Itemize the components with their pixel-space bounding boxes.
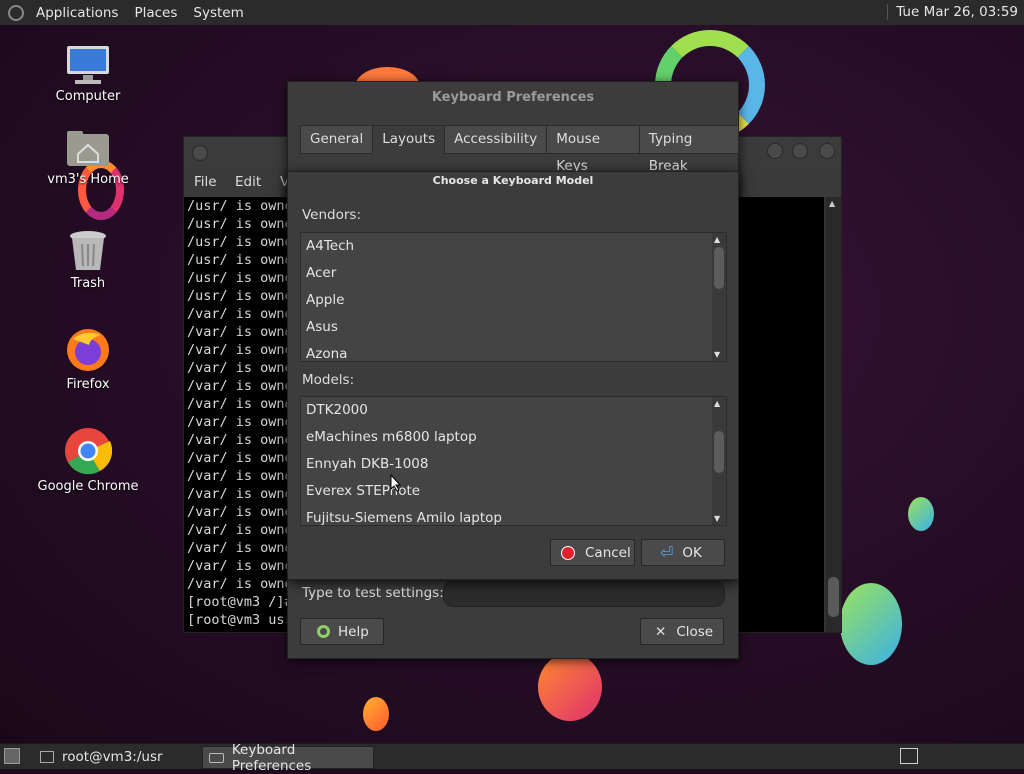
close-button[interactable] — [819, 143, 835, 159]
terminal-scrollbar-thumb[interactable] — [828, 577, 839, 617]
menu-file[interactable]: File — [194, 174, 217, 190]
close-dialog-button[interactable]: ✕ Close — [640, 618, 724, 645]
list-item[interactable]: Fujitsu-Siemens Amilo laptop — [301, 505, 726, 525]
tab-layouts[interactable]: Layouts — [372, 125, 446, 154]
tab-general[interactable]: General — [300, 125, 374, 154]
scroll-up-arrow-icon[interactable]: ▲ — [829, 199, 835, 208]
list-item[interactable]: Azona — [301, 341, 726, 361]
models-label: Models: — [302, 372, 355, 388]
help-icon — [317, 625, 330, 638]
list-item[interactable]: Asus — [301, 314, 726, 341]
taskbar-item-label: Keyboard Preferences — [231, 741, 312, 774]
scroll-up-arrow-icon[interactable]: ▲ — [714, 399, 720, 408]
cancel-button[interactable]: Cancel — [550, 539, 635, 566]
desktop-icon-firefox[interactable]: Firefox — [33, 327, 143, 392]
vendors-scrollbar[interactable]: ▲ ▼ — [712, 233, 726, 361]
list-item[interactable]: DTK2000 — [301, 397, 726, 424]
test-settings-input[interactable] — [443, 581, 725, 607]
vendors-scrollbar-thumb[interactable] — [714, 247, 724, 289]
scroll-down-arrow-icon[interactable]: ▼ — [714, 514, 720, 523]
taskbar-item-terminal[interactable]: root@vm3:/usr — [34, 746, 206, 767]
minimize-button[interactable] — [767, 143, 783, 159]
top-panel: Applications Places System Tue Mar 26, 0… — [0, 0, 1024, 26]
taskbar-item-keyboard-preferences[interactable]: Keyboard Preferences — [202, 742, 374, 774]
list-item[interactable]: eMachines m6800 laptop — [301, 424, 726, 451]
terminal-icon — [40, 750, 54, 763]
bottom-taskbar: root@vm3:/usr Keyboard Preferences — [0, 742, 1024, 774]
help-button[interactable]: Help — [300, 618, 384, 645]
terminal-scrollbar[interactable]: ▲ — [826, 197, 841, 632]
desktop-icon-home[interactable]: vm3's Home — [33, 130, 143, 187]
window-menu-button[interactable] — [192, 145, 208, 161]
dialog-title: Keyboard Preferences — [431, 90, 595, 105]
decorative-blob — [538, 653, 602, 721]
menu-places[interactable]: Places — [126, 5, 185, 21]
vendors-list[interactable]: A4Tech Acer Apple Asus Azona ▲ ▼ — [300, 232, 727, 362]
decorative-blob — [840, 583, 902, 665]
home-folder-icon — [66, 130, 110, 168]
desktop-icon-trash[interactable]: Trash — [33, 230, 143, 291]
taskbar-item-label: root@vm3:/usr — [62, 748, 163, 765]
help-button-label: Help — [338, 623, 369, 640]
tab-typing-break[interactable]: Typing Break — [638, 125, 739, 174]
close-button-label: Close — [676, 623, 714, 640]
desktop-icon-computer[interactable]: Computer — [33, 45, 143, 104]
distro-logo-icon[interactable] — [8, 4, 24, 21]
test-settings-label: Type to test settings: — [302, 585, 444, 601]
ok-button[interactable]: ⏎ OK — [641, 539, 725, 566]
list-item[interactable]: Apple — [301, 287, 726, 314]
desktop-icon-label: Trash — [70, 276, 106, 291]
models-list[interactable]: DTK2000 eMachines m6800 laptop Ennyah DK… — [300, 396, 727, 526]
list-item[interactable]: Ennyah DKB-1008 — [301, 451, 726, 478]
computer-icon — [65, 45, 111, 85]
maximize-button[interactable] — [792, 143, 808, 159]
dialog-title: Choose a Keyboard Model — [432, 174, 594, 187]
decorative-blob — [908, 497, 934, 531]
prefs-tabs: General Layouts Accessibility Mouse Keys… — [300, 125, 739, 174]
workspace-switcher-icon[interactable] — [900, 748, 918, 764]
tab-accessibility[interactable]: Accessibility — [444, 125, 548, 154]
chrome-icon — [64, 427, 113, 475]
close-icon: ✕ — [655, 623, 667, 640]
desktop-icon-label: Google Chrome — [37, 479, 139, 494]
cancel-button-label: Cancel — [585, 544, 631, 561]
choose-keyboard-model-dialog: Choose a Keyboard Model Vendors: A4Tech … — [287, 171, 739, 580]
models-scrollbar-thumb[interactable] — [714, 431, 724, 473]
menu-system[interactable]: System — [185, 5, 251, 21]
scroll-down-arrow-icon[interactable]: ▼ — [714, 350, 720, 359]
desktop-icon-chrome[interactable]: Google Chrome — [33, 427, 143, 494]
list-item[interactable]: A4Tech — [301, 233, 726, 260]
list-item[interactable]: Everex STEPnote — [301, 478, 726, 505]
scroll-up-arrow-icon[interactable]: ▲ — [714, 235, 720, 244]
mouse-cursor-icon — [390, 474, 402, 492]
trash-icon — [68, 230, 108, 272]
models-scrollbar[interactable]: ▲ ▼ — [712, 397, 726, 525]
enter-arrow-icon: ⏎ — [660, 543, 674, 562]
desktop-icon-label: Firefox — [66, 377, 110, 392]
list-item[interactable]: Acer — [301, 260, 726, 287]
menu-edit[interactable]: Edit — [235, 174, 261, 190]
desktop-icon-label: vm3's Home — [47, 172, 129, 187]
keyboard-icon — [209, 752, 224, 763]
decorative-blob — [363, 697, 389, 731]
tab-mouse-keys[interactable]: Mouse Keys — [546, 125, 640, 174]
firefox-icon — [65, 327, 111, 373]
menu-applications[interactable]: Applications — [28, 5, 126, 21]
cancel-icon — [561, 545, 575, 560]
vendors-label: Vendors: — [302, 207, 362, 223]
show-desktop-icon[interactable] — [4, 748, 20, 764]
clock[interactable]: Tue Mar 26, 03:59 — [887, 4, 1018, 20]
desktop-icon-label: Computer — [55, 89, 121, 104]
ok-button-label: OK — [682, 544, 702, 561]
